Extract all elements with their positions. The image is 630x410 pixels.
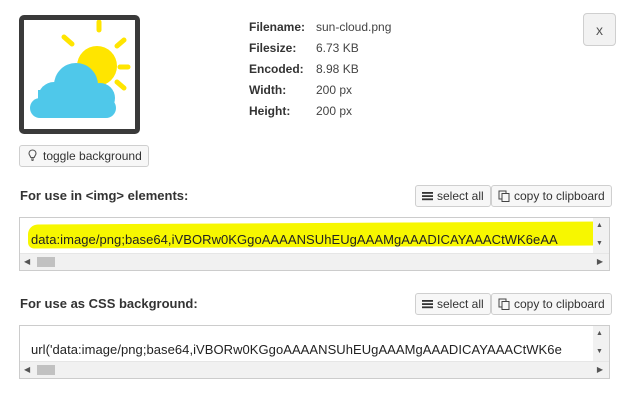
img-copy-button[interactable]: copy to clipboard [491,185,612,207]
img-copy-label: copy to clipboard [514,189,605,203]
width-value: 200 px [316,82,353,97]
img-select-all-label: select all [437,189,484,203]
css-vertical-scrollbar[interactable]: ▲ ▼ [593,326,609,362]
filename-value: sun-cloud.png [316,19,392,34]
css-code-textarea[interactable]: url('data:image/png;base64,iVBORw0KGgoAA… [19,325,610,379]
scrollbar-thumb[interactable] [37,257,55,267]
lightbulb-icon [28,148,37,164]
sun-cloud-image [30,20,131,118]
css-select-all-label: select all [437,297,484,311]
css-copy-button[interactable]: copy to clipboard [491,293,612,315]
height-row: Height: 200 px [249,100,391,121]
height-value: 200 px [316,103,353,118]
filename-row: Filename: sun-cloud.png [249,16,391,37]
img-select-all-button[interactable]: select all [415,185,491,207]
css-horizontal-scrollbar[interactable]: ◀ ▶ [20,361,609,378]
encoded-value: 8.98 KB [316,61,359,76]
scroll-right-icon[interactable]: ▶ [597,257,603,266]
img-code-textarea[interactable]: data:image/png;base64,iVBORw0KGgoAAAANSU… [19,217,610,271]
filename-label: Filename: [249,19,306,34]
filesize-value: 6.73 KB [316,40,359,55]
copy-icon [498,190,510,202]
scrollbar-thumb[interactable] [37,365,55,375]
scroll-down-icon[interactable]: ▼ [596,348,603,355]
toggle-background-label: toggle background [43,149,142,163]
css-copy-label: copy to clipboard [514,297,605,311]
close-icon: x [596,21,603,38]
scroll-left-icon[interactable]: ◀ [24,257,30,266]
image-preview [19,15,140,134]
css-code-text: url('data:image/png;base64,iVBORw0KGgoAA… [31,342,562,357]
scroll-up-icon[interactable]: ▲ [596,222,603,229]
close-button[interactable]: x [583,13,616,46]
css-section-title: For use as CSS background: [20,296,198,311]
img-section-title: For use in <img> elements: [20,188,189,203]
img-vertical-scrollbar[interactable]: ▲ ▼ [593,218,609,254]
scroll-left-icon[interactable]: ◀ [24,365,30,374]
toggle-background-button[interactable]: toggle background [19,145,149,167]
scroll-down-icon[interactable]: ▼ [596,240,603,247]
scroll-right-icon[interactable]: ▶ [597,365,603,374]
list-icon [422,192,433,201]
copy-icon [498,298,510,310]
css-select-all-button[interactable]: select all [415,293,491,315]
filesize-label: Filesize: [249,40,297,55]
encoded-label: Encoded: [249,61,304,76]
file-info: Filename: sun-cloud.png Filesize: 6.73 K… [249,16,391,121]
scroll-up-icon[interactable]: ▲ [596,330,603,337]
width-row: Width: 200 px [249,79,391,100]
width-label: Width: [249,82,287,97]
img-horizontal-scrollbar[interactable]: ◀ ▶ [20,253,609,270]
height-label: Height: [249,103,291,118]
encoded-row: Encoded: 8.98 KB [249,58,391,79]
filesize-row: Filesize: 6.73 KB [249,37,391,58]
list-icon [422,300,433,309]
img-code-text: data:image/png;base64,iVBORw0KGgoAAAANSU… [31,232,558,247]
